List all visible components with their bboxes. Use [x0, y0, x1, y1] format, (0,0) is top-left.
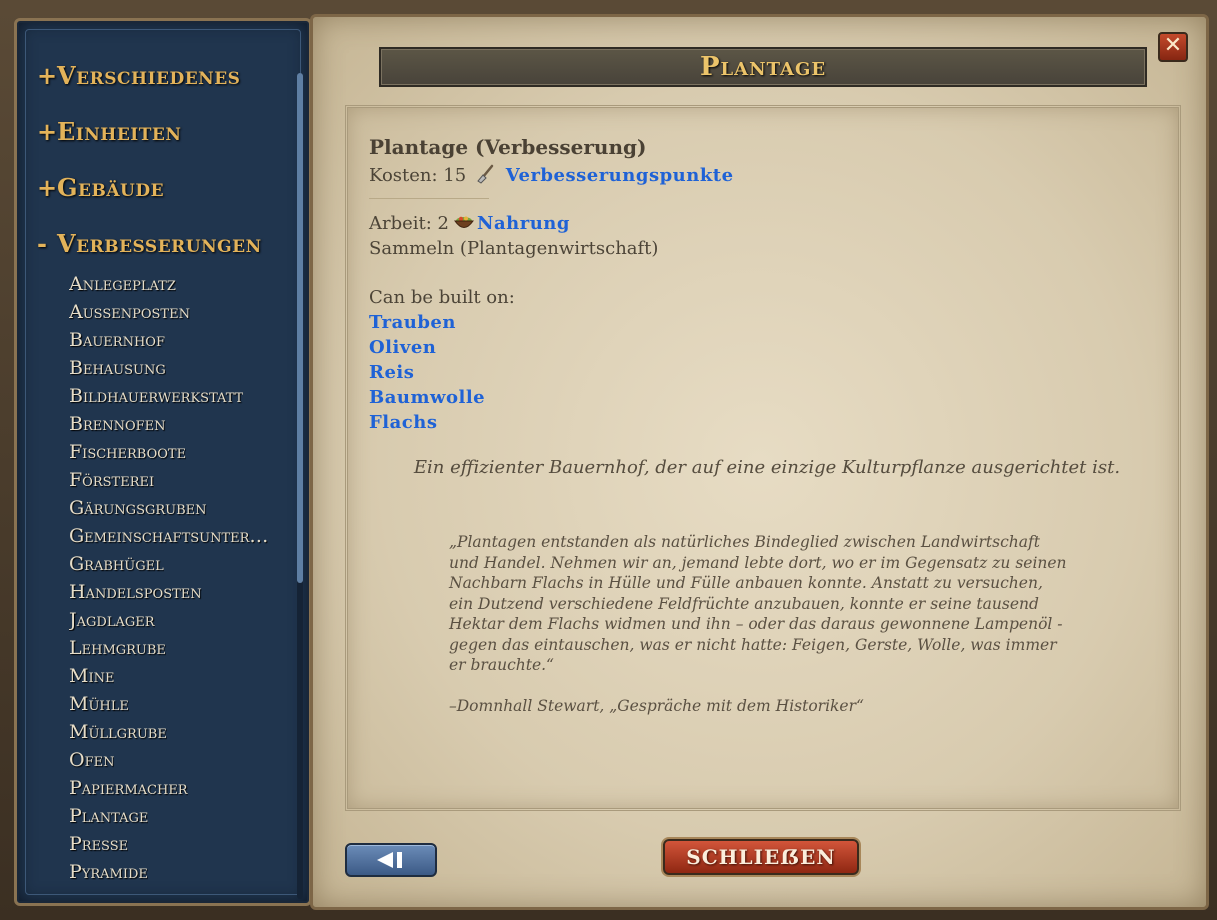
- sidebar-item[interactable]: Grabhügel: [69, 553, 164, 575]
- resource-link-flachs[interactable]: Flachs: [369, 410, 1169, 435]
- collapse-sign: -: [37, 229, 48, 258]
- sidebar-item[interactable]: Mühle: [69, 693, 129, 715]
- back-button[interactable]: [345, 843, 437, 877]
- historical-quote: „Plantagen entstanden als natürliches Bi…: [449, 533, 1067, 674]
- sidebar-item[interactable]: Pyramide: [69, 861, 148, 883]
- category-verbesserungen[interactable]: - Verbesserungen: [37, 229, 262, 258]
- entry-content: Plantage (Verbesserung) Kosten: 15 Verbe…: [369, 129, 1169, 435]
- title-bar: Plantage: [379, 47, 1147, 87]
- category-label: Verschiedenes: [57, 61, 241, 90]
- sidebar-item[interactable]: Brennofen: [69, 413, 166, 435]
- resource-link-trauben[interactable]: Trauben: [369, 310, 1169, 335]
- cost-label: Kosten: 15: [369, 165, 467, 186]
- category-label: Verbesserungen: [57, 229, 262, 258]
- gather-line: Sammeln (Plantagenwirtschaft): [369, 238, 659, 259]
- sidebar-item[interactable]: Lehmgrube: [69, 637, 166, 659]
- built-on-label: Can be built on:: [369, 287, 515, 308]
- resource-link-nahrung[interactable]: Nahrung: [477, 213, 570, 234]
- sidebar-item-plantage[interactable]: Plantage: [69, 805, 148, 827]
- page-title: Plantage: [699, 52, 827, 82]
- back-arrow-icon: [377, 852, 402, 868]
- shovel-icon: [476, 164, 496, 184]
- expand-sign: +: [37, 117, 58, 146]
- work-label: Arbeit: 2: [369, 213, 450, 234]
- resource-link-reis[interactable]: Reis: [369, 360, 1169, 385]
- sidebar-item[interactable]: Fischerboote: [69, 441, 186, 463]
- sidebar-scrollbar[interactable]: [297, 73, 303, 899]
- sidebar-item[interactable]: Anlegeplatz: [69, 273, 176, 295]
- resource-link-verbesserungspunkte[interactable]: Verbesserungspunkte: [506, 165, 734, 186]
- sidebar-item[interactable]: Papiermacher: [69, 777, 188, 799]
- sidebar-item[interactable]: Gärungsgruben: [69, 497, 207, 519]
- food-bowl-icon: [453, 212, 474, 232]
- resource-link-baumwolle[interactable]: Baumwolle: [369, 385, 1169, 410]
- expand-sign: +: [37, 61, 58, 90]
- resource-link-oliven[interactable]: Oliven: [369, 335, 1169, 360]
- category-gebaeude[interactable]: +Gebäude: [37, 173, 164, 202]
- divider: [369, 198, 489, 199]
- sidebar-item[interactable]: Außenposten: [69, 301, 190, 323]
- expand-sign: +: [37, 173, 58, 202]
- entry-description: Ein effizienter Bauernhof, der auf eine …: [413, 457, 1121, 478]
- sidebar-item[interactable]: Presse: [69, 833, 128, 855]
- entry-heading: Plantage (Verbesserung): [369, 135, 647, 159]
- category-verschiedenes[interactable]: +Verschiedenes: [37, 61, 240, 90]
- entry-panel: Plantage ✕ Plantage (Verbesserung) Koste…: [310, 14, 1209, 910]
- close-button[interactable]: SCHLIEẞEN: [663, 839, 859, 875]
- sidebar-item[interactable]: Behausung: [69, 357, 166, 379]
- category-label: Einheiten: [57, 117, 182, 146]
- civilopedia-sidebar: +Verschiedenes +Einheiten +Gebäude - Verb…: [14, 18, 312, 906]
- sidebar-item[interactable]: Ofen: [69, 749, 114, 771]
- scrollbar-thumb[interactable]: [297, 73, 303, 583]
- sidebar-item[interactable]: Jagdlager: [69, 609, 155, 631]
- quote-attribution: –Domnhall Stewart, „Gespräche mit dem Hi…: [449, 697, 864, 715]
- category-einheiten[interactable]: +Einheiten: [37, 117, 181, 146]
- sidebar-item[interactable]: Mine: [69, 665, 114, 687]
- sidebar-item[interactable]: Handelsposten: [69, 581, 202, 603]
- sidebar-item[interactable]: Müllgrube: [69, 721, 167, 743]
- sidebar-item[interactable]: Bildhauerwerkstatt: [69, 385, 243, 407]
- sidebar-item[interactable]: Bauernhof: [69, 329, 165, 351]
- sidebar-item[interactable]: Gemeinschaftsunter…: [69, 525, 268, 547]
- cost-line: Kosten: 15 Verbesserungspunkte: [369, 163, 1169, 188]
- category-label: Gebäude: [57, 173, 165, 202]
- close-icon[interactable]: ✕: [1158, 32, 1188, 62]
- work-line: Arbeit: 2 Nahrung: [369, 211, 1169, 236]
- sidebar-item[interactable]: Försterei: [69, 469, 154, 491]
